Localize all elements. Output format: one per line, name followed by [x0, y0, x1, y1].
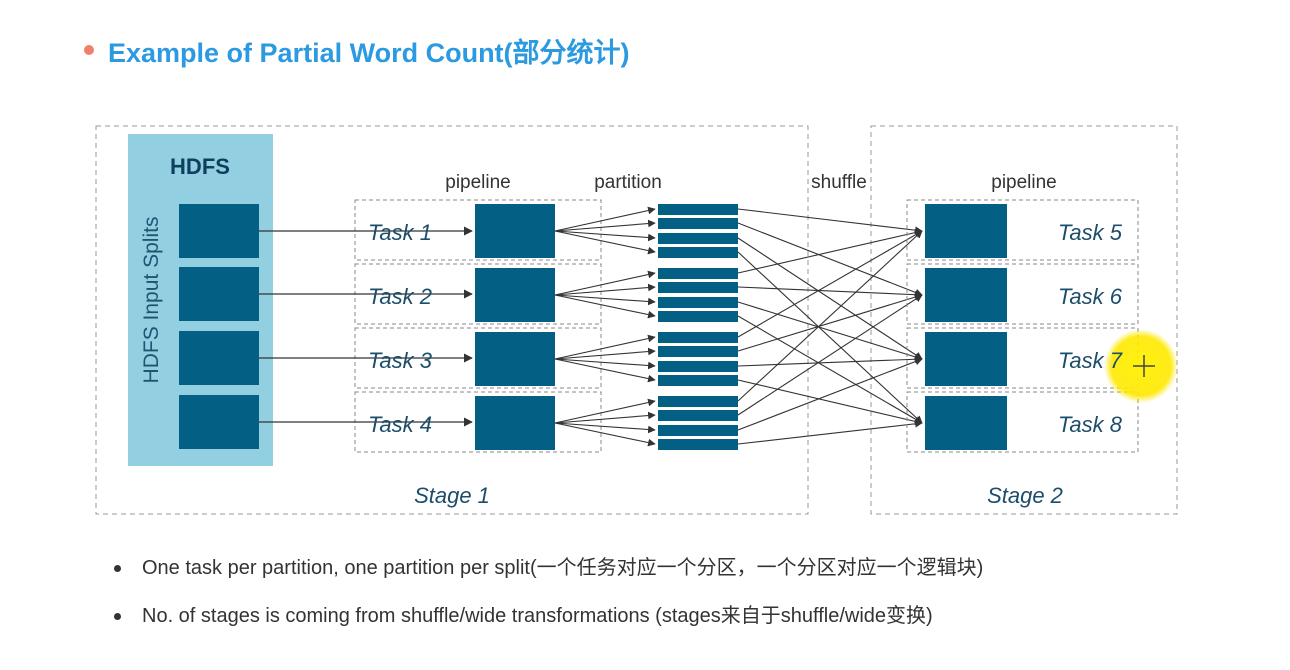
- shuffle-arrow: [737, 228, 923, 274]
- shuffle-arrow: [737, 301, 923, 361]
- hdfs-splits-label: HDFS Input Splits: [140, 217, 163, 384]
- bullet-dot-icon: [114, 613, 121, 620]
- partition-arrow: [554, 270, 656, 296]
- partition-bar: [658, 396, 738, 407]
- partition-bar: [658, 332, 738, 343]
- stage1-pipeline-block: [475, 268, 555, 322]
- bullet-text: One task per partition, one partition pe…: [142, 557, 984, 579]
- stage1-task-label: Task 3: [368, 348, 433, 373]
- partition-bar: [658, 439, 738, 450]
- stage1-pipeline-block: [475, 332, 555, 386]
- bullet-list: One task per partition, one partition pe…: [112, 550, 983, 646]
- stage2-task-label: Task 8: [1058, 412, 1123, 437]
- stage1-task-label: Task 1: [368, 220, 432, 245]
- stage-diagram: HDFS HDFS Input Splits pipeline partitio…: [95, 125, 1178, 515]
- shuffle-arrow: [737, 355, 923, 367]
- stage1-task-label: Task 2: [368, 284, 432, 309]
- pipeline-label-stage2: pipeline: [991, 172, 1057, 193]
- shuffle-arrow: [737, 286, 923, 299]
- stage1-pipeline-block: [475, 396, 555, 450]
- hdfs-split-block: [179, 267, 259, 321]
- list-item: No. of stages is coming from shuffle/wid…: [112, 598, 983, 646]
- partition-bar: [658, 425, 738, 436]
- stage2-task-label: Task 5: [1058, 220, 1123, 245]
- partition-arrow: [554, 219, 656, 232]
- partition-arrow: [554, 347, 656, 360]
- stage2-pipeline-block: [925, 332, 1007, 386]
- hdfs-split-block: [179, 331, 259, 385]
- bullet-text: No. of stages is coming from shuffle/wid…: [142, 605, 933, 627]
- stage1-task-label: Task 4: [368, 412, 432, 437]
- stage2-label: Stage 2: [987, 483, 1063, 508]
- partition-bar: [658, 361, 738, 372]
- stage1-pipeline-block: [475, 204, 555, 258]
- partition-arrow: [554, 398, 656, 424]
- hdfs-label: HDFS: [170, 154, 230, 179]
- partition-label: partition: [594, 172, 662, 193]
- partition-bar: [658, 410, 738, 421]
- partition-arrow: [554, 283, 656, 296]
- partition-bar: [658, 297, 738, 308]
- shuffle-arrow: [737, 419, 923, 445]
- partition-arrow: [554, 206, 656, 232]
- partition-bar: [658, 204, 738, 215]
- shuffle-arrow: [737, 293, 923, 352]
- partition-bar: [658, 218, 738, 229]
- stage2-pipeline-block: [925, 204, 1007, 258]
- stage1-label: Stage 1: [414, 483, 490, 508]
- stage2-pipeline-block: [925, 396, 1007, 450]
- partition-bar: [658, 282, 738, 293]
- shuffle-arrow: [737, 208, 923, 235]
- partition-bar: [658, 268, 738, 279]
- shuffle-label: shuffle: [811, 172, 867, 193]
- partition-bar: [658, 375, 738, 386]
- stage2-pipeline-block: [925, 268, 1007, 322]
- stage2-task-label: Task 7: [1058, 348, 1123, 373]
- partition-arrow: [554, 334, 656, 360]
- partition-bar: [658, 311, 738, 322]
- bullet-dot-icon: [114, 565, 121, 572]
- partition-bar: [658, 247, 738, 258]
- stage2-task-label: Task 6: [1058, 284, 1123, 309]
- partition-arrow: [554, 411, 656, 424]
- shuffle-arrow: [737, 379, 923, 426]
- pipeline-label-stage1: pipeline: [445, 172, 511, 193]
- hdfs-split-block: [179, 204, 259, 258]
- list-item: One task per partition, one partition pe…: [112, 550, 983, 598]
- partition-bar: [658, 233, 738, 244]
- partition-bar: [658, 346, 738, 357]
- hdfs-split-block: [179, 395, 259, 449]
